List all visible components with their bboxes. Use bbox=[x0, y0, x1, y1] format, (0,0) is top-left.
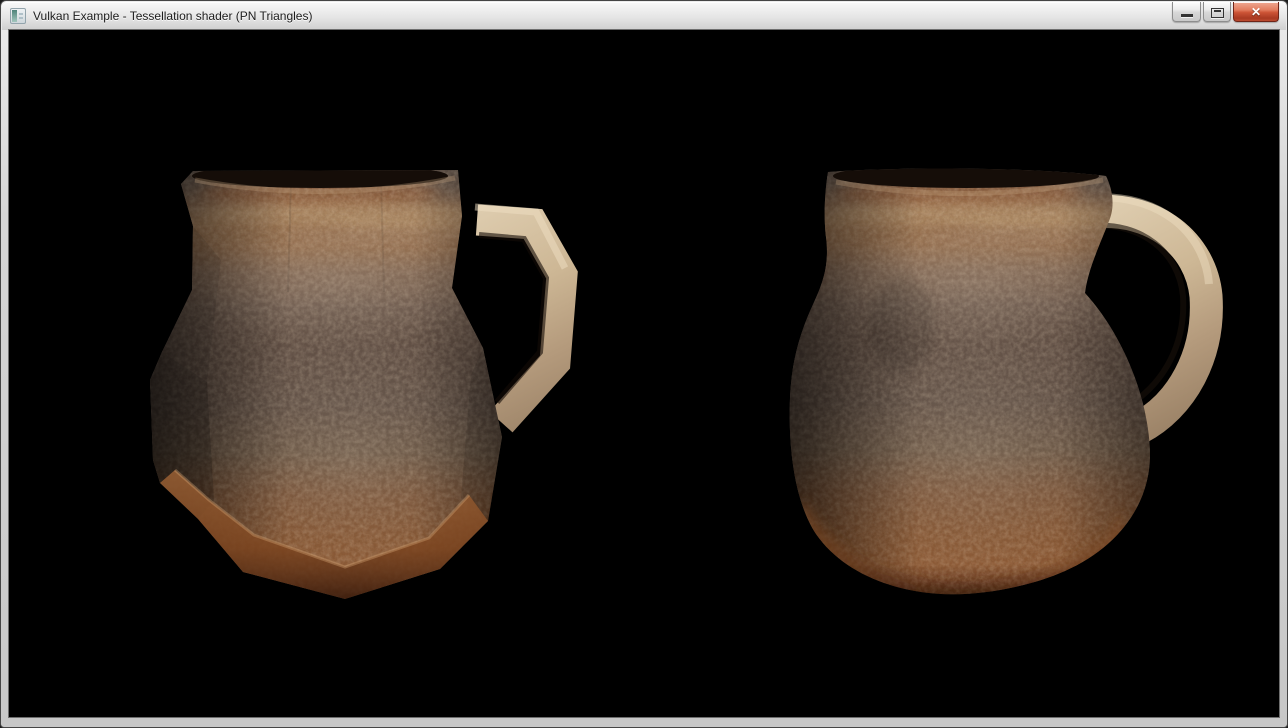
minimize-button[interactable] bbox=[1172, 2, 1201, 22]
jug-right-opening bbox=[833, 164, 1099, 188]
close-icon: ✕ bbox=[1251, 6, 1261, 18]
jug-left-faceted bbox=[144, 160, 565, 610]
app-icon-lines bbox=[19, 13, 23, 15]
jug-right-smooth bbox=[779, 160, 1209, 630]
app-icon[interactable] bbox=[10, 8, 26, 24]
render-viewport[interactable] bbox=[8, 29, 1280, 718]
minimize-icon bbox=[1181, 14, 1193, 17]
maximize-icon bbox=[1211, 8, 1224, 18]
app-icon-accent bbox=[12, 10, 17, 22]
jug-left-surface bbox=[144, 160, 534, 610]
app-window: Vulkan Example - Tessellation shader (PN… bbox=[0, 0, 1288, 728]
window-title: Vulkan Example - Tessellation shader (PN… bbox=[33, 9, 312, 23]
scene-svg bbox=[9, 30, 1279, 717]
jug-right-surface bbox=[779, 160, 1169, 630]
titlebar[interactable]: Vulkan Example - Tessellation shader (PN… bbox=[2, 2, 1286, 30]
window-controls: ✕ bbox=[1172, 2, 1279, 22]
close-button[interactable]: ✕ bbox=[1233, 2, 1279, 22]
maximize-button[interactable] bbox=[1203, 2, 1231, 22]
